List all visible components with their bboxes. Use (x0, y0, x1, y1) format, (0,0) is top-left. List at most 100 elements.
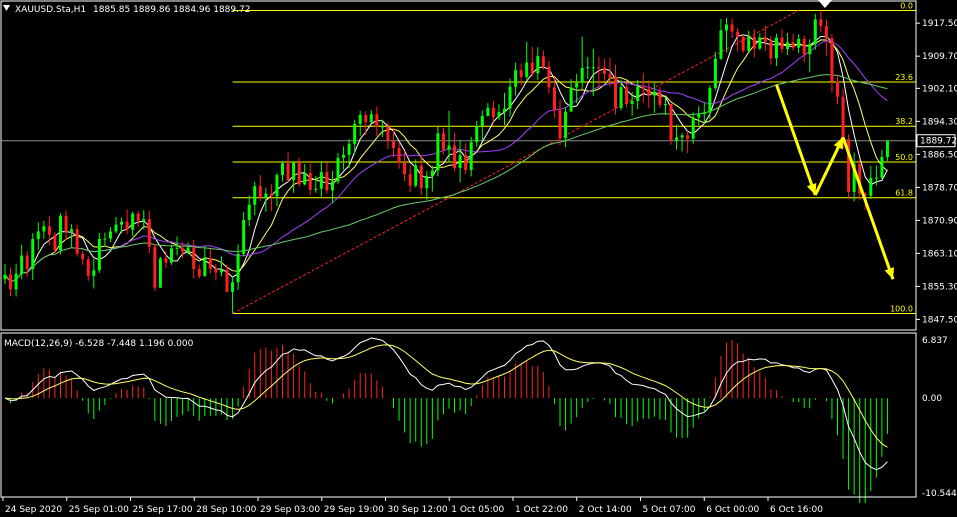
candle-body (830, 38, 834, 82)
candle-body (430, 170, 434, 176)
candle-body (108, 231, 112, 239)
symbol-title: XAUUSD.Sta,H1 (15, 5, 86, 15)
candle-body (819, 19, 823, 27)
time-tick-label: 1 Oct 05:00 (451, 505, 504, 515)
macd-tick-label: 6.837 (922, 336, 948, 346)
candle-body (408, 174, 412, 186)
candle-body (725, 24, 728, 31)
candle-body (836, 81, 839, 97)
candle-body (497, 112, 501, 118)
candle-body (120, 221, 124, 225)
macd-tick-label: -10.544 (922, 489, 957, 499)
candle-body (342, 154, 346, 158)
candle-body (486, 107, 490, 116)
candle-body (841, 96, 845, 140)
candle-body (469, 142, 473, 171)
candle-body (708, 87, 712, 113)
candle-body (86, 259, 90, 276)
candle-body (192, 247, 196, 270)
candle-body (242, 219, 246, 254)
candle-body (425, 175, 429, 189)
candle-body (436, 133, 440, 171)
candle-body (752, 36, 756, 49)
candle-body (325, 172, 329, 191)
candle-body (508, 86, 512, 109)
candle-body (114, 224, 118, 232)
candle-body (441, 133, 445, 150)
candle-body (303, 172, 307, 185)
time-tick-label: 24 Sep 2020 (5, 505, 62, 515)
candle-body (663, 103, 667, 105)
candle-body (392, 141, 395, 149)
candle-body (575, 82, 579, 88)
candle-body (47, 226, 51, 235)
candle-body (475, 126, 479, 143)
candle-body (375, 114, 379, 127)
fib-level-label: 50.0 (895, 153, 913, 162)
fib-level-label: 100.0 (890, 304, 913, 313)
candle-body (702, 112, 706, 115)
candle-body (181, 247, 185, 252)
candle-body (214, 268, 218, 273)
candle-body (25, 255, 29, 270)
candle-body (131, 213, 135, 230)
candle-body (175, 247, 179, 249)
candle-body (353, 123, 357, 144)
candle-body (630, 101, 634, 104)
candle-body (541, 56, 545, 67)
candle-body (786, 42, 790, 49)
candle-body (480, 115, 484, 127)
candle-body (602, 67, 606, 74)
price-tick-label: 1863.10 (922, 249, 957, 259)
candle-body (647, 88, 651, 96)
candle-body (880, 156, 884, 178)
time-tick-label: 25 Sep 17:00 (133, 505, 193, 515)
candle-body (591, 67, 595, 69)
candle-body (491, 107, 495, 118)
candle-body (569, 87, 573, 112)
candle-body (53, 234, 57, 251)
candle-body (225, 269, 229, 292)
candle-body (319, 172, 323, 189)
fib-level-label: 23.6 (895, 73, 913, 82)
candle-body (636, 87, 640, 102)
candle-body (269, 193, 273, 197)
candle-body (314, 188, 318, 190)
candle-body (530, 62, 534, 74)
candle-body (813, 19, 817, 45)
candle-body (36, 231, 40, 240)
candle-body (453, 145, 457, 168)
candle-body (769, 41, 773, 59)
candle-body (42, 226, 46, 232)
time-tick-label: 6 Oct 00:00 (706, 505, 759, 515)
price-tick-label: 1909.70 (922, 52, 957, 62)
candle-body (308, 172, 312, 190)
candle-body (9, 274, 13, 290)
price-tick-label: 1902.10 (922, 84, 957, 94)
candle-body (414, 165, 418, 186)
candle-body (369, 114, 373, 123)
candle-body (208, 258, 212, 269)
time-tick-label: 29 Sep 19:00 (324, 505, 384, 515)
candle-body (275, 175, 279, 197)
candle-body (697, 114, 701, 118)
fib-level-label: 38.2 (895, 117, 913, 126)
candle-body (586, 67, 590, 69)
macd-tick-label: 0.00 (922, 394, 942, 404)
time-tick-label: 6 Oct 16:00 (770, 505, 823, 515)
candle-body (136, 213, 140, 221)
candle-body (336, 157, 340, 182)
candle-body (386, 126, 390, 142)
candle-body (330, 181, 334, 191)
candle-body (153, 246, 157, 288)
price-chart[interactable]: 0.0 23.6 38.2 50.0 61.8 100.0 XAUUSD.Sta,H1 1… (0, 0, 957, 517)
candle-body (797, 38, 801, 48)
candle-body (514, 70, 518, 87)
candle-body (597, 67, 601, 69)
price-tick-label: 1878.70 (922, 183, 957, 193)
candle-body (364, 115, 368, 123)
price-tick-label: 1870.90 (922, 216, 957, 226)
candle-body (281, 163, 284, 176)
candle-body (713, 58, 717, 88)
time-tick-label: 1 Oct 22:00 (515, 505, 568, 515)
